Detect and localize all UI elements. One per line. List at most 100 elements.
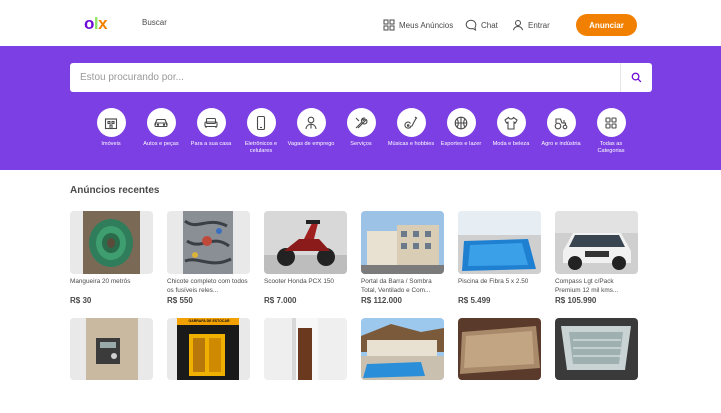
category-circle [196, 108, 226, 137]
category-label: Eletrônicos e celulares [244, 141, 278, 154]
category-label: Todas as Categorias [597, 141, 625, 154]
category-label: Músicas e hobbies [387, 141, 435, 147]
search-box [70, 63, 652, 92]
category-circle [296, 108, 326, 137]
ad-price: R$ 5.499 [458, 296, 491, 305]
category-label: Para a sua casa [190, 141, 232, 147]
shirt-icon [504, 116, 518, 130]
chat-label: Chat [481, 20, 498, 30]
ad-card[interactable]: Piscina de Fibra 5 x 2.50 R$ 5.499 [458, 211, 541, 305]
ad-title: Piscina de Fibra 5 x 2.50 [458, 278, 529, 285]
nav-search-link[interactable]: Buscar [142, 18, 167, 27]
category-music[interactable]: Músicas e hobbies [386, 108, 436, 148]
user-icon [513, 20, 523, 31]
category-jobs[interactable]: Vagas de emprego [286, 108, 336, 148]
category-label: Serviços [350, 141, 372, 147]
ad-thumbnail [70, 211, 153, 274]
category-label: Agro e indústria [541, 141, 581, 147]
mattress-photo [458, 318, 541, 380]
ad-card[interactable]: Chicote completo com todos os fusíveis r… [167, 211, 250, 305]
category-circle [396, 108, 426, 137]
wiring-harness-photo [167, 211, 250, 274]
ad-card[interactable]: GARRAFA DE ESTOCAR [167, 318, 250, 380]
category-label: Imóveis [101, 141, 121, 147]
ad-thumbnail [361, 318, 444, 380]
category-label: Moda e beleza [492, 141, 530, 147]
suv-photo [555, 211, 638, 274]
ad-price: R$ 105.990 [555, 296, 597, 305]
category-electronics[interactable]: Eletrônicos e celulares [236, 108, 286, 155]
search-button[interactable] [620, 63, 652, 92]
ad-thumbnail: GARRAFA DE ESTOCAR [167, 318, 250, 380]
ad-price: R$ 7.000 [264, 296, 297, 305]
ad-thumbnail [70, 318, 153, 380]
my-ads-link[interactable]: Meus Anúncios [383, 14, 453, 36]
category-fashion[interactable]: Moda e beleza [486, 108, 536, 148]
category-autos[interactable]: Autos e peças [136, 108, 186, 148]
login-link[interactable]: Entrar [512, 14, 550, 36]
category-label: Autos e peças [143, 141, 179, 147]
category-circle [546, 108, 576, 137]
electrical-box-photo [70, 318, 153, 380]
login-label: Entrar [528, 20, 550, 30]
ad-thumbnail [167, 211, 250, 274]
category-services[interactable]: Serviços [336, 108, 386, 148]
search-hero: Imóveis Autos e peças Para a sua casa El… [0, 46, 721, 170]
person-icon [305, 116, 317, 129]
hose-photo [70, 211, 153, 274]
category-circle [146, 108, 176, 137]
category-circle [96, 108, 126, 137]
announce-button[interactable]: Anunciar [576, 14, 637, 36]
scooter-photo [264, 211, 347, 274]
ad-title: Portal da Barra / Sombra Total, Ventilad… [361, 278, 432, 294]
ad-thumbnail [264, 211, 347, 274]
tractor-icon [554, 117, 568, 129]
search-input[interactable] [70, 63, 620, 92]
category-bar: Imóveis Autos e peças Para a sua casa El… [94, 108, 634, 168]
ad-thumbnail [458, 318, 541, 380]
category-home[interactable]: Para a sua casa [186, 108, 236, 148]
house-pool-photo [361, 318, 444, 380]
ad-card[interactable]: Portal da Barra / Sombra Total, Ventilad… [361, 211, 444, 305]
ad-card[interactable]: Mangueira 20 metrôs R$ 30 [70, 211, 153, 305]
olx-logo[interactable]: olx [84, 13, 108, 35]
basketball-icon [454, 116, 468, 129]
ad-title: Compass Lgt c/Pack Premium 12 mil kms... [555, 278, 619, 294]
chat-link[interactable]: Chat [465, 14, 498, 36]
building-icon [104, 117, 118, 129]
category-label: Vagas de emprego [287, 141, 335, 147]
category-circle [496, 108, 526, 137]
ad-card[interactable] [70, 318, 153, 380]
category-agro[interactable]: Agro e indústria [536, 108, 586, 148]
phone-icon [256, 115, 266, 130]
ad-card[interactable]: Scooter Honda PCX 150 R$ 7.000 [264, 211, 347, 305]
ad-thumbnail [555, 318, 638, 380]
tools-icon [355, 116, 368, 128]
guitar-icon [404, 116, 418, 129]
ad-price: R$ 550 [167, 296, 193, 305]
grid-icon [605, 116, 617, 129]
category-circle [596, 108, 626, 137]
ad-card[interactable] [555, 318, 638, 380]
ad-card[interactable]: Compass Lgt c/Pack Premium 12 mil kms...… [555, 211, 638, 305]
ad-card[interactable] [361, 318, 444, 380]
ad-price: R$ 112.000 [361, 296, 402, 305]
logo-letter-o: o [84, 14, 94, 33]
glass-rack-photo [555, 318, 638, 380]
category-all[interactable]: Todas as Categorias [586, 108, 636, 155]
sofa-icon [204, 117, 218, 128]
recent-ads-title: Anúncios recentes [70, 185, 160, 196]
ad-price: R$ 30 [70, 296, 92, 305]
category-circle [446, 108, 476, 137]
top-header: olx Buscar Meus Anúncios Chat Entrar Anu… [0, 0, 721, 46]
category-sports[interactable]: Esportes e lazer [436, 108, 486, 148]
category-circle [346, 108, 376, 137]
apartment-building-photo [361, 211, 444, 274]
chat-bubble-icon [465, 19, 477, 31]
category-real-estate[interactable]: Imóveis [86, 108, 136, 148]
category-circle [246, 108, 276, 137]
ad-card[interactable] [458, 318, 541, 380]
ad-card[interactable] [264, 318, 347, 380]
category-label: Esportes e lazer [440, 141, 482, 147]
hallway-door-photo [264, 318, 347, 380]
